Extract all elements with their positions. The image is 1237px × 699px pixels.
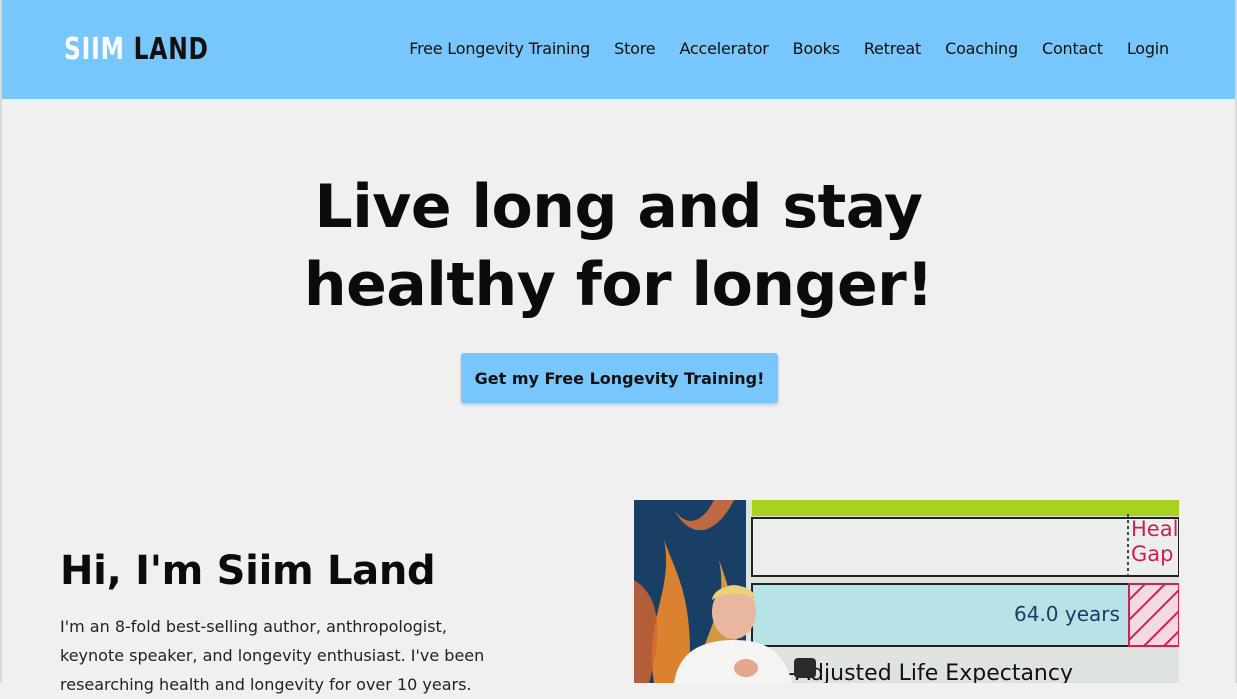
- about-title: Hi, I'm Siim Land: [60, 548, 436, 594]
- slide-green-bar: [752, 500, 1179, 516]
- slide-label-bottom: Gap: [1131, 542, 1173, 566]
- nav-coaching[interactable]: Coaching: [945, 36, 1018, 62]
- slide-top-box: [751, 517, 1179, 577]
- hero-title: Live long and stay healthy for longer!: [0, 168, 1237, 324]
- main-nav: Free Longevity Training Store Accelerato…: [409, 36, 1169, 62]
- nav-books[interactable]: Books: [793, 36, 840, 62]
- nav-contact[interactable]: Contact: [1042, 36, 1103, 62]
- nav-retreat[interactable]: Retreat: [864, 36, 921, 62]
- slide-value: 64.0 years: [1014, 602, 1120, 626]
- speaker-hand: [734, 659, 758, 677]
- page-border-left: [0, 0, 2, 683]
- free-training-cta-button[interactable]: Get my Free Longevity Training!: [461, 353, 778, 403]
- logo-second-word: LAND: [133, 32, 209, 67]
- logo-first-word: SIIM: [64, 32, 125, 67]
- hero-title-line-1: Live long and stay: [314, 172, 923, 242]
- slide-label-top: Heal: [1131, 517, 1178, 541]
- hero-title-line-2: healthy for longer!: [303, 250, 934, 320]
- nav-login[interactable]: Login: [1127, 36, 1169, 62]
- speaker-photo: Heal Gap 64.0 years h-Adjusted Life Expe…: [634, 500, 1179, 683]
- speaker-clicker: [794, 658, 816, 678]
- site-header: SIIM LAND Free Longevity Training Store …: [2, 0, 1235, 99]
- nav-accelerator[interactable]: Accelerator: [679, 36, 768, 62]
- site-logo[interactable]: SIIM LAND: [64, 30, 209, 70]
- about-text: I'm an 8-fold best-selling author, anthr…: [60, 617, 485, 694]
- slide-caption: h-Adjusted Life Expectancy: [774, 661, 1073, 683]
- nav-free-longevity-training[interactable]: Free Longevity Training: [409, 36, 590, 62]
- nav-store[interactable]: Store: [614, 36, 655, 62]
